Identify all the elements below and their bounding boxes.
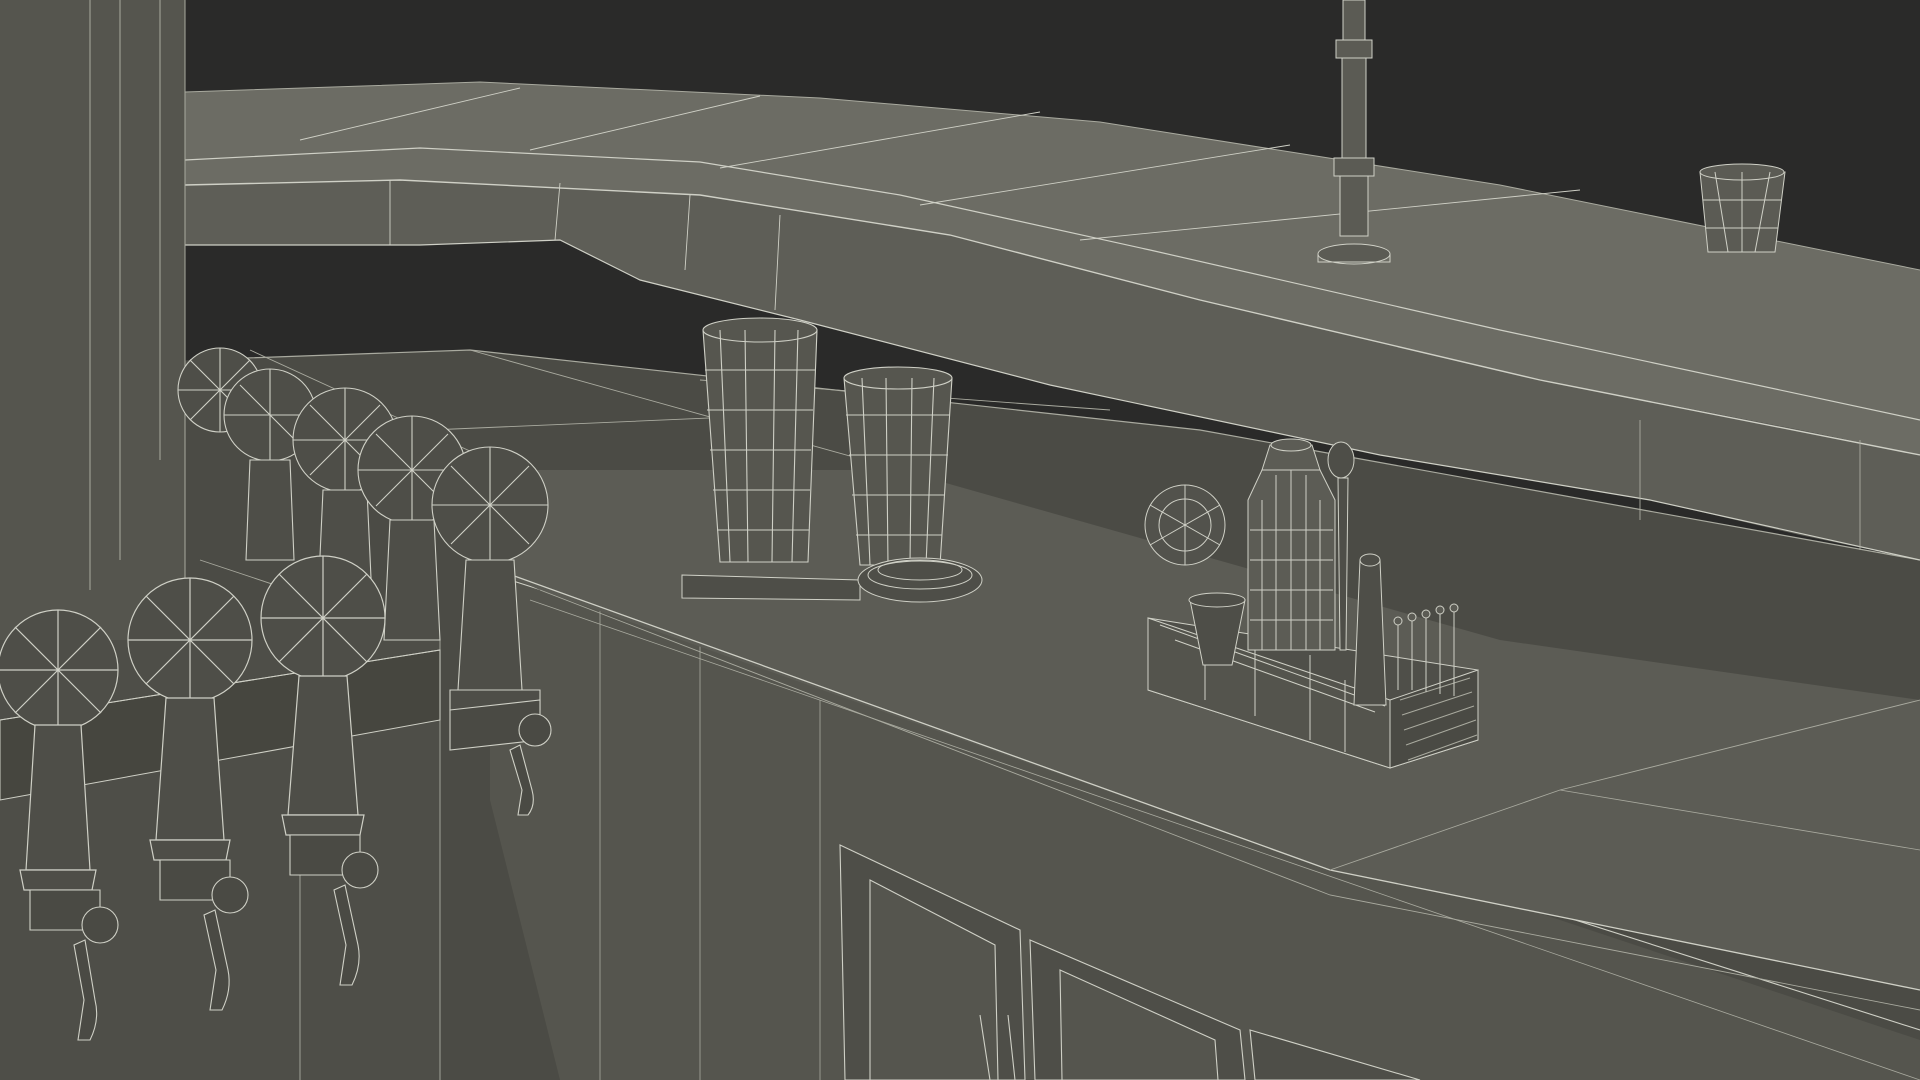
mixing-glass-1 — [702, 317, 818, 563]
mixing-glass-2 — [843, 366, 953, 566]
shot-glass — [1699, 163, 1786, 253]
bar-wireframe-render — [0, 0, 1920, 1080]
julep-strainer — [1144, 484, 1226, 566]
